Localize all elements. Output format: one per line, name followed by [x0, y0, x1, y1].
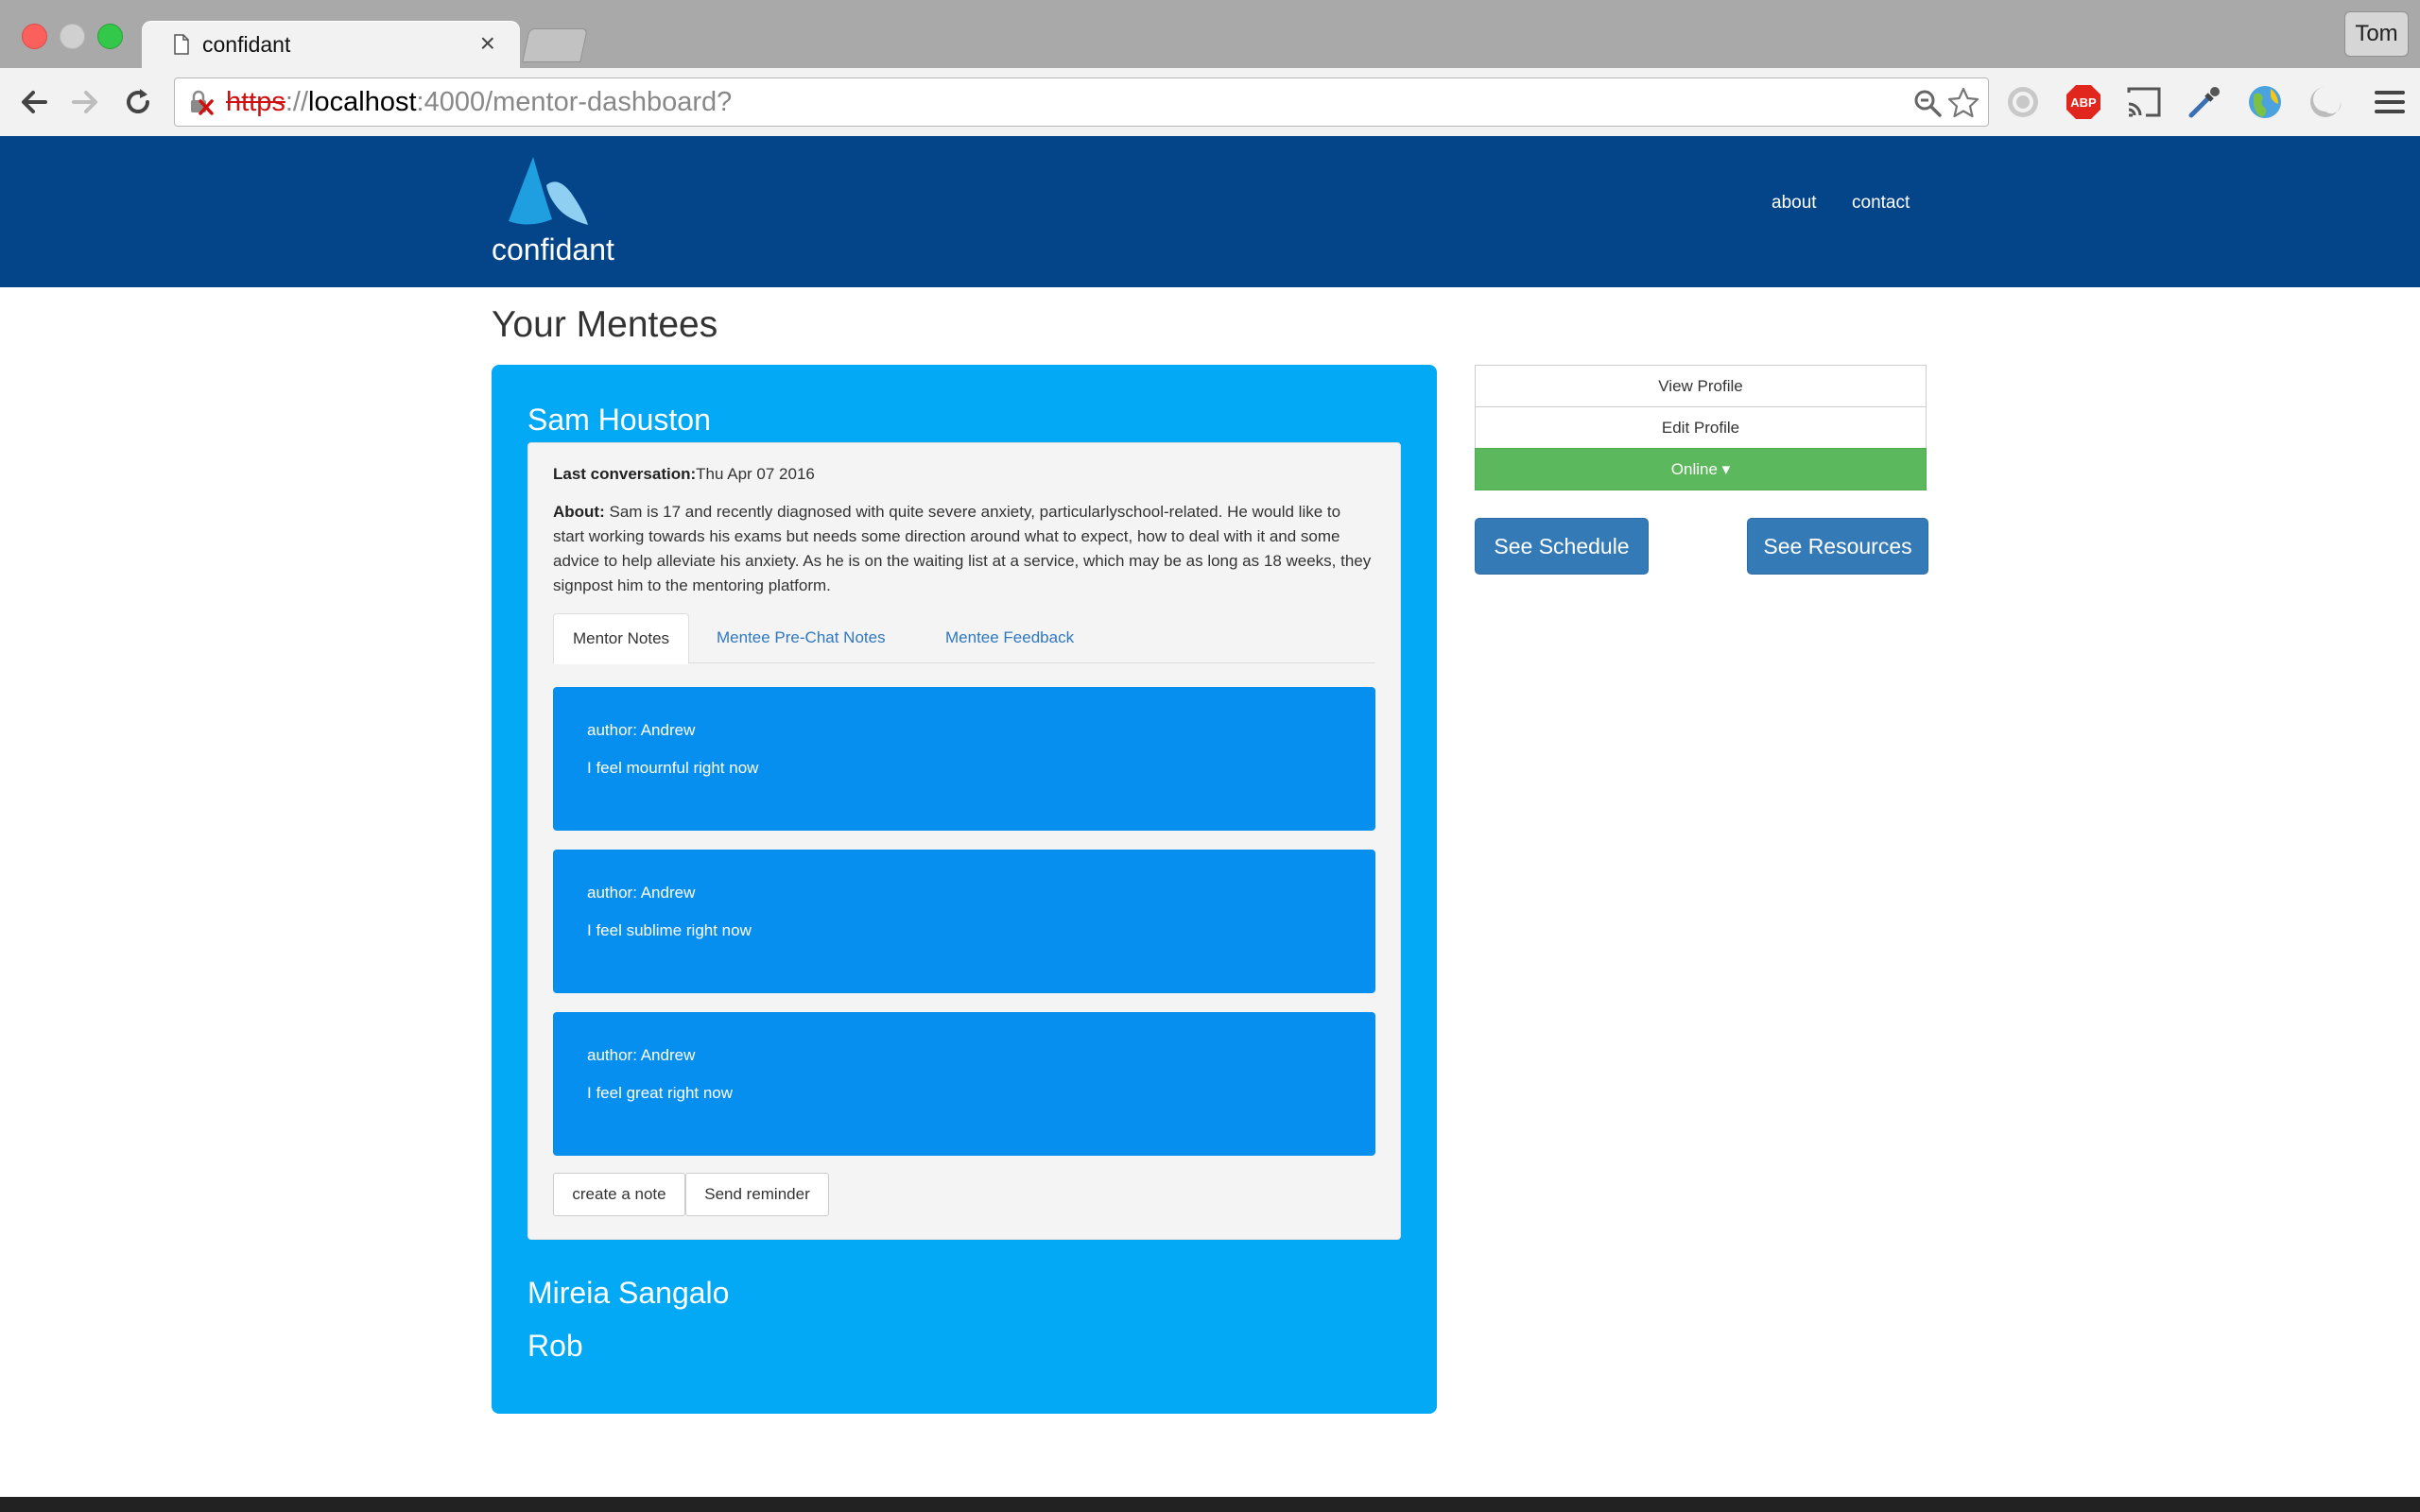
send-reminder-button[interactable]: Send reminder	[685, 1173, 829, 1216]
note-text: I feel sublime right now	[587, 921, 752, 939]
view-profile-button[interactable]: View Profile	[1475, 365, 1927, 407]
circle-a-icon[interactable]	[2004, 83, 2042, 121]
cast-icon[interactable]	[2125, 83, 2163, 121]
mentee-name-rob[interactable]: Rob	[527, 1329, 583, 1364]
about-label: About:	[553, 503, 605, 521]
nav-contact-link[interactable]: contact	[1852, 193, 1910, 214]
search-icon[interactable]	[1912, 88, 1943, 118]
minimize-window-button[interactable]	[60, 24, 85, 49]
adblock-icon[interactable]: ABP	[2065, 83, 2102, 121]
note-author: author: Andrew	[587, 884, 696, 902]
star-icon[interactable]	[1946, 86, 1980, 120]
eyedropper-icon[interactable]	[2186, 83, 2223, 121]
tab-mentor-notes[interactable]: Mentor Notes	[553, 613, 690, 664]
close-window-button[interactable]	[22, 24, 47, 49]
mentee-name-sam-houston[interactable]: Sam Houston	[527, 403, 711, 438]
forward-arrow-icon[interactable]	[66, 83, 104, 121]
tab-mentee-feedback[interactable]: Mentee Feedback	[926, 613, 1093, 662]
create-note-button[interactable]: create a note	[553, 1173, 685, 1216]
note-author: author: Andrew	[587, 721, 696, 739]
url-scheme: https	[226, 87, 285, 117]
profile-menu: View Profile Edit Profile Online ▾	[1475, 365, 1927, 490]
menu-icon[interactable]	[2371, 83, 2409, 121]
notes-tabs: Mentor Notes Mentee Pre-Chat Notes Mente…	[553, 613, 1375, 664]
new-tab-button[interactable]	[522, 28, 588, 62]
note-card: author: Andrew I feel great right now	[553, 1012, 1375, 1156]
site-header: confidant about contact	[0, 136, 2420, 287]
address-bar[interactable]: https://localhost:4000/mentor-dashboard?	[174, 77, 1989, 127]
globe-icon[interactable]	[2246, 83, 2284, 121]
mentee-name-mireia-sangalo[interactable]: Mireia Sangalo	[527, 1276, 729, 1311]
browser-tab-strip: confidant × Tom	[0, 0, 2420, 68]
url-path: :4000/mentor-dashboard?	[416, 87, 733, 117]
about-text: Sam is 17 and recently diagnosed with qu…	[553, 503, 1372, 594]
see-schedule-button[interactable]: See Schedule	[1475, 518, 1649, 575]
url-text: https://localhost:4000/mentor-dashboard?	[226, 87, 732, 118]
mentee-detail-card: Last conversation:Thu Apr 07 2016 About:…	[527, 442, 1401, 1240]
mentees-panel: Sam Houston Last conversation:Thu Apr 07…	[492, 365, 1437, 1414]
edit-profile-button[interactable]: Edit Profile	[1475, 406, 1927, 449]
page-title: Your Mentees	[492, 304, 718, 345]
url-separator: ://	[285, 87, 309, 117]
document-icon	[174, 34, 189, 55]
footer-bar	[0, 1497, 2420, 1512]
maximize-window-button[interactable]	[97, 24, 123, 49]
logo-text[interactable]: confidant	[492, 232, 614, 267]
note-author: author: Andrew	[587, 1046, 696, 1064]
see-resources-button[interactable]: See Resources	[1747, 518, 1928, 575]
online-status-dropdown[interactable]: Online ▾	[1475, 448, 1927, 490]
back-arrow-icon[interactable]	[15, 83, 53, 121]
nav-about-link[interactable]: about	[1772, 193, 1817, 214]
insecure-lock-icon	[191, 90, 214, 115]
confidant-logo-icon[interactable]	[505, 153, 592, 229]
profile-button[interactable]: Tom	[2344, 11, 2409, 57]
svg-text:ABP: ABP	[2070, 95, 2097, 110]
note-card: author: Andrew I feel sublime right now	[553, 850, 1375, 993]
last-conversation: Last conversation:Thu Apr 07 2016	[553, 462, 815, 487]
tab-mentee-pre-chat-notes[interactable]: Mentee Pre-Chat Notes	[698, 613, 905, 662]
note-card: author: Andrew I feel mournful right now	[553, 687, 1375, 831]
about-section: About: Sam is 17 and recently diagnosed …	[553, 500, 1375, 598]
note-text: I feel mournful right now	[587, 759, 759, 777]
last-conversation-label: Last conversation:	[553, 465, 697, 483]
tab-close-icon[interactable]: ×	[480, 28, 495, 59]
url-host: localhost	[308, 87, 417, 117]
reload-icon[interactable]	[119, 83, 157, 121]
note-text: I feel great right now	[587, 1084, 734, 1102]
swirl-icon[interactable]	[2307, 83, 2344, 121]
tab-title: confidant	[202, 32, 291, 57]
browser-toolbar: https://localhost:4000/mentor-dashboard?…	[0, 68, 2420, 137]
last-conversation-value: Thu Apr 07 2016	[696, 465, 815, 483]
browser-tab[interactable]: confidant ×	[142, 21, 520, 68]
